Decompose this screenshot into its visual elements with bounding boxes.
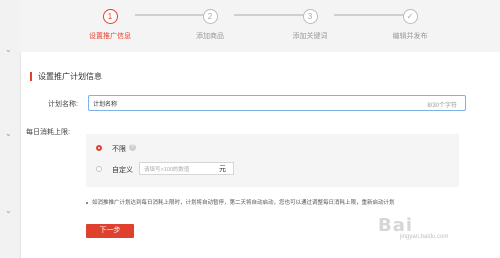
step-label: 设置推广信息 — [89, 33, 131, 40]
step-2: 2 添加商品 — [155, 6, 265, 41]
amount-placeholder: 请填写>100的数值 — [144, 167, 190, 173]
step-label: 添加关键词 — [292, 33, 328, 40]
section-title: 设置推广计划信息 — [30, 72, 102, 81]
chevron-down-icon[interactable]: ⌄ — [5, 130, 12, 138]
character-counter: 8/30个字符 — [427, 103, 457, 109]
baidu-logo: Bai — [378, 215, 414, 236]
daily-budget-label: 每日消耗上限: — [26, 129, 70, 136]
chevron-down-icon[interactable]: ⌄ — [5, 46, 12, 54]
budget-note: 如消推推广计划达到每日消耗上限时，计划将自动暂停，第二天将自动启动，您也可以通过… — [86, 198, 395, 206]
step-1: 1 设置推广信息 — [55, 6, 165, 41]
currency-unit: 元 — [219, 166, 226, 173]
checkmark-icon: ✓ — [402, 9, 418, 24]
note-text: 如消推推广计划达到每日消耗上限时，计划将自动暂停，第二天将自动启动，您也可以通过… — [92, 200, 395, 206]
step-number: 1 — [102, 9, 118, 24]
chevron-down-icon[interactable]: ⌄ — [5, 207, 12, 215]
plan-name-value: 计划名称 — [93, 102, 118, 108]
step-4: ✓ 编辑并发布 — [355, 6, 465, 41]
help-icon[interactable]: ? — [129, 144, 136, 151]
step-label: 添加商品 — [196, 33, 224, 40]
step-3: 3 添加关键词 — [255, 6, 365, 41]
step-number: 2 — [202, 9, 218, 24]
option-unlimited-label[interactable]: 不限 — [112, 144, 126, 154]
next-step-button[interactable]: 下一步 — [86, 224, 134, 238]
left-sidebar-rail: ⌄ ⌄ ⌄ — [0, 0, 21, 258]
radio-unlimited[interactable] — [96, 145, 102, 151]
bullet-icon — [86, 201, 88, 204]
daily-budget-panel: 不限 ? 自定义 请填写>100的数值 元 — [86, 134, 459, 187]
plan-name-label: 计划名称: — [48, 101, 78, 108]
watermark-url: jingyan.baidu.com — [400, 234, 449, 240]
progress-stepper: 1 设置推广信息 2 添加商品 3 添加关键词 ✓ 编辑并发布 — [20, 0, 500, 52]
step-label: 编辑并发布 — [392, 33, 428, 40]
option-custom-label[interactable]: 自定义 — [112, 165, 133, 175]
watermark: Bai jingyan.baidu.com — [378, 215, 498, 255]
plan-name-input[interactable]: 计划名称 8/30个字符 — [88, 95, 466, 111]
radio-custom[interactable] — [96, 166, 102, 172]
step-number: 3 — [302, 9, 318, 24]
